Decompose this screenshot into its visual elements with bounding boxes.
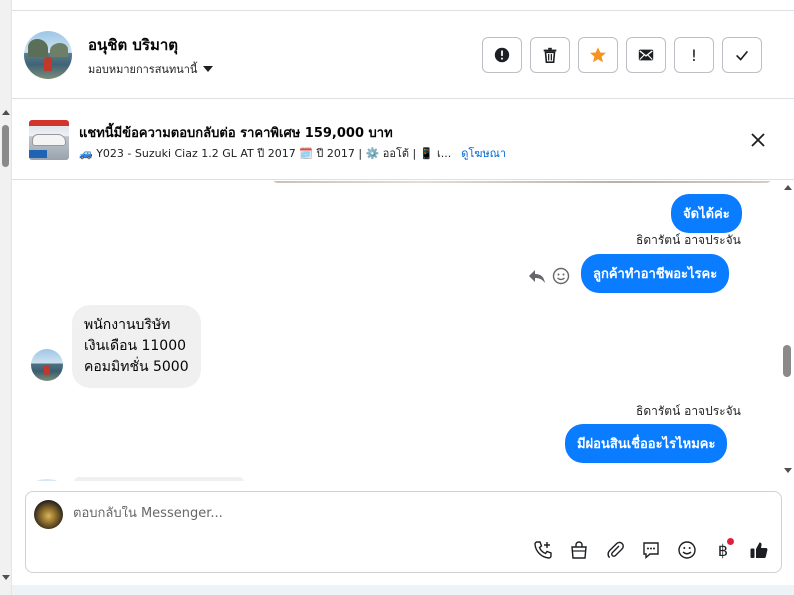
reply-icon[interactable] (528, 268, 546, 284)
saved-replies-button[interactable] (639, 538, 663, 562)
trash-icon (543, 47, 557, 64)
shopping-bag-icon (571, 541, 587, 559)
window-scrollbar[interactable] (0, 0, 12, 595)
alert-circle-icon (494, 47, 510, 63)
thread-scrollbar[interactable] (782, 181, 794, 481)
attachment-image-edge[interactable] (272, 181, 772, 183)
attach-button[interactable] (603, 538, 627, 562)
scroll-up-arrow-icon[interactable] (784, 185, 792, 190)
emoji-react-icon[interactable] (552, 267, 570, 285)
scroll-thumb[interactable] (783, 345, 791, 377)
payment-button[interactable]: ฿ (711, 538, 735, 562)
view-ad-link[interactable]: ดูโฆษณา (461, 144, 506, 162)
conversation-header: อนุชิต บริมาตุ มอบหมายการสนทนานี้ ! (12, 11, 794, 99)
call-button[interactable] (531, 538, 555, 562)
follow-up-button[interactable]: ! (674, 37, 714, 73)
outgoing-message[interactable]: มีผ่อนสินเชื่ออะไรไหมคะ (565, 424, 728, 463)
ad-meta-text: 🚙 Y023 - Suzuki Ciaz 1.2 GL AT ปี 2017 🗓… (79, 147, 452, 160)
incoming-line: เงินเดือน 11000 (84, 338, 187, 354)
contact-name[interactable]: อนุชิต บริมาตุ (88, 33, 178, 57)
smiley-icon (678, 541, 696, 559)
scroll-thumb[interactable] (2, 125, 9, 167)
like-button[interactable] (747, 538, 771, 562)
outgoing-message[interactable]: ลูกค้าทำอาชีพอะไรคะ (581, 254, 730, 293)
incoming-message[interactable]: พนักงานบริษัท เงินเดือน 11000 คอมมิทชั่น… (72, 305, 201, 388)
emoji-button[interactable] (675, 538, 699, 562)
check-icon (736, 50, 749, 61)
ad-meta: 🚙 Y023 - Suzuki Ciaz 1.2 GL AT ปี 2017 🗓… (79, 144, 506, 162)
assign-label: มอบหมายการสนทนานี้ (88, 63, 198, 76)
incoming-line: พนักงานบริษัท (84, 317, 171, 333)
delete-button[interactable] (530, 37, 570, 73)
header-actions: ! (482, 37, 762, 73)
exclamation-icon: ! (690, 45, 698, 65)
ad-thumbnail[interactable] (29, 120, 69, 160)
paperclip-icon (607, 541, 624, 559)
notification-dot (727, 538, 734, 545)
partial-message[interactable] (74, 477, 244, 481)
close-icon (751, 133, 765, 147)
chat-bubble-icon (643, 542, 659, 560)
message-thread[interactable]: จัดได้ค่ะ ธิดารัตน์ อาจประจัน ลูกค้าทำอา… (12, 181, 782, 481)
message-composer: ฿ (25, 491, 782, 573)
star-icon (590, 47, 606, 63)
envelope-icon (638, 49, 654, 61)
scroll-down-arrow-icon[interactable] (2, 575, 10, 580)
scroll-down-arrow-icon[interactable] (784, 468, 792, 473)
shop-button[interactable] (567, 538, 591, 562)
contact-avatar-small[interactable] (31, 349, 63, 381)
star-button[interactable] (578, 37, 618, 73)
ad-banner: แชทนี้มีข้อความตอบกลับต่อ ราคาพิเศษ 159,… (12, 100, 794, 180)
sender-name: ธิดารัตน์ อาจประจัน (636, 233, 741, 247)
phone-plus-icon (534, 541, 552, 559)
footer-strip (12, 585, 794, 595)
thumbs-up-icon (750, 542, 768, 558)
reply-input[interactable] (73, 506, 673, 521)
close-banner-button[interactable] (746, 128, 770, 152)
caret-down-icon (203, 66, 214, 72)
scroll-up-arrow-icon[interactable] (2, 110, 10, 115)
spam-button[interactable] (482, 37, 522, 73)
sender-name: ธิดารัตน์ อาจประจัน (636, 404, 741, 418)
composer-tools: ฿ (531, 538, 771, 562)
mark-unread-button[interactable] (626, 37, 666, 73)
page-avatar (34, 500, 63, 529)
outgoing-message[interactable]: จัดได้ค่ะ (671, 194, 742, 233)
partial-avatar (34, 479, 60, 481)
ad-title: แชทนี้มีข้อความตอบกลับต่อ ราคาพิเศษ 159,… (79, 126, 393, 141)
assign-dropdown[interactable]: มอบหมายการสนทนานี้ (88, 60, 214, 78)
incoming-line: คอมมิทชั่น 5000 (84, 359, 189, 375)
message-tools (528, 267, 570, 285)
contact-avatar[interactable] (24, 31, 72, 79)
mark-done-button[interactable] (722, 37, 762, 73)
